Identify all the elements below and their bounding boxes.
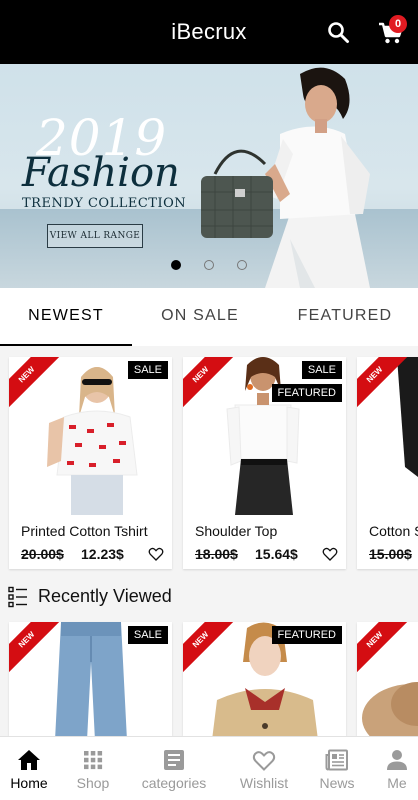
newspaper-icon (325, 749, 348, 771)
product-name: Cotton S (369, 523, 418, 539)
product-card[interactable]: NEW SALE FEATURED Shoulder Top 18.00$ 15… (183, 357, 346, 569)
list-box-icon (164, 750, 184, 770)
nav-shop[interactable]: Shop (61, 737, 125, 800)
nav-label: Wishlist (239, 775, 289, 791)
tab-on-sale[interactable]: ON SALE (134, 288, 266, 346)
product-card[interactable]: NEW Cotton S 15.00$ (357, 357, 418, 569)
nav-label: News (319, 775, 355, 791)
banner-headline: Fashion (22, 150, 180, 196)
carousel-dot-3[interactable] (237, 260, 247, 270)
sale-badge: SALE (127, 626, 168, 644)
product-price: 15.64$ (255, 546, 298, 562)
featured-badge: FEATURED (271, 384, 342, 402)
featured-badge: FEATURED (271, 626, 342, 644)
carousel-dot-2[interactable] (204, 260, 214, 270)
nav-label: Home (10, 775, 48, 791)
search-icon[interactable] (326, 20, 350, 44)
nav-me[interactable]: Me (365, 737, 418, 800)
nav-label: Me (387, 775, 407, 791)
banner-subtitle: TRENDY COLLECTION (22, 196, 187, 211)
view-all-range-button[interactable]: VIEW ALL RANGE (47, 224, 143, 248)
nav-categories[interactable]: categories (128, 737, 220, 800)
banner-model-image (201, 67, 370, 288)
tab-newest[interactable]: NEWEST (0, 288, 132, 346)
product-old-price: 18.00$ (195, 546, 238, 562)
product-name: Shoulder Top (195, 523, 278, 539)
app-title: iBecrux (171, 19, 247, 44)
sale-badge: SALE (127, 361, 168, 379)
section-title: Recently Viewed (38, 586, 172, 606)
nav-wishlist[interactable]: Wishlist (232, 737, 296, 800)
home-icon (18, 750, 40, 770)
recently-viewed-card[interactable]: NEW FEATURED (183, 622, 346, 736)
tab-featured[interactable]: FEATURED (278, 288, 412, 346)
app-bar: iBecrux 0 (0, 0, 418, 64)
sale-badge: SALE (301, 361, 342, 379)
product-name: Printed Cotton Tshirt (21, 523, 148, 539)
wishlist-heart-icon[interactable] (322, 546, 338, 562)
product-card[interactable]: NEW SALE Printed Cotton Tshirt 20.00$ 12… (9, 357, 172, 569)
product-old-price: 15.00$ (369, 546, 412, 562)
grid-icon (84, 751, 103, 770)
product-tabs: NEWEST ON SALE FEATURED (0, 288, 418, 346)
bottom-navigation: Home Shop categories Wishlist News Me (0, 736, 418, 800)
checklist-icon (8, 586, 27, 608)
product-old-price: 20.00$ (21, 546, 64, 562)
carousel-dot-1[interactable] (171, 260, 181, 270)
carousel-indicator (0, 260, 418, 272)
recently-viewed-header: Recently Viewed (0, 580, 418, 616)
recently-viewed-card[interactable]: NEW SALE (9, 622, 172, 736)
person-icon (387, 750, 407, 770)
product-price: 12.23$ (81, 546, 124, 562)
nav-label: Shop (76, 775, 110, 791)
cart-count-badge: 0 (389, 15, 407, 33)
heart-icon (252, 751, 276, 771)
nav-label: categories (141, 775, 207, 791)
wishlist-heart-icon[interactable] (148, 546, 164, 562)
promo-banner[interactable]: 2019 Fashion TRENDY COLLECTION VIEW ALL … (0, 64, 418, 288)
recently-viewed-card[interactable]: NEW (357, 622, 418, 736)
nav-news[interactable]: News (305, 737, 369, 800)
nav-home[interactable]: Home (0, 737, 61, 800)
